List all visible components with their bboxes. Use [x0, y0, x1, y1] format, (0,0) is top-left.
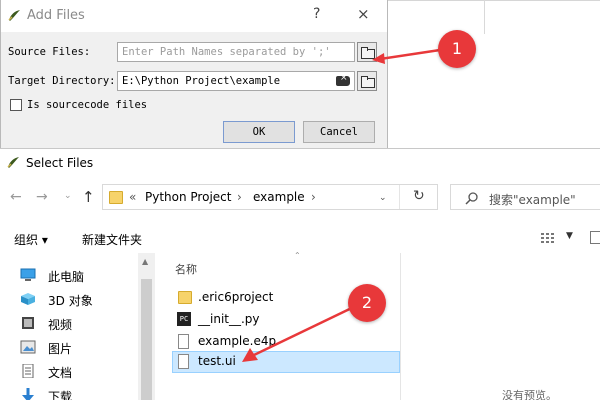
callout-arrow-1: [372, 48, 441, 64]
breadcrumb-example[interactable]: example: [253, 190, 305, 204]
breadcrumb-separator[interactable]: ›: [237, 190, 242, 204]
address-divider: [399, 185, 400, 209]
nav-pane-scrollbar[interactable]: ▲: [138, 253, 155, 400]
source-files-input[interactable]: Enter Path Names separated by ';': [117, 42, 355, 62]
breadcrumb-python-project[interactable]: Python Project: [145, 190, 231, 204]
organize-menu[interactable]: 组织 ▾: [14, 231, 48, 248]
source-files-placeholder: Enter Path Names separated by ';': [122, 46, 331, 58]
breadcrumb-separator[interactable]: ›: [311, 190, 316, 204]
python-icon: PC: [177, 312, 191, 326]
address-bar[interactable]: « Python Project › example › ⌄ ↻: [102, 184, 438, 210]
select-files-title: Select Files: [26, 156, 94, 170]
callout-badge-2: 2: [348, 284, 386, 322]
search-icon: [465, 192, 478, 205]
source-files-label: Source Files:: [8, 46, 91, 58]
background-window-divider: [484, 0, 485, 34]
back-arrow-icon[interactable]: ←: [10, 189, 22, 205]
file-icon: [178, 334, 189, 349]
breadcrumb-overflow[interactable]: «: [129, 190, 136, 204]
sourcecode-checkbox[interactable]: [10, 99, 22, 111]
sort-ascending-icon: ⌃: [294, 251, 301, 260]
background-window-edge: [388, 0, 600, 1]
folder-icon: [178, 291, 192, 304]
scrollbar-thumb[interactable]: [141, 279, 152, 400]
recent-locations-chevron-icon[interactable]: ⌄: [64, 191, 72, 201]
target-folder-browse-icon[interactable]: [357, 71, 377, 91]
eric-app-icon: [8, 10, 20, 21]
folder-icon: [109, 191, 123, 204]
view-dropdown-icon[interactable]: ▼: [566, 231, 573, 241]
target-directory-value: E:\Python Project\example: [122, 75, 281, 87]
picture-icon: [20, 340, 36, 354]
close-button[interactable]: ×: [357, 5, 370, 23]
callout-arrow-2: [242, 302, 361, 362]
forward-arrow-icon[interactable]: →: [36, 189, 48, 205]
add-files-title: Add Files: [27, 8, 85, 23]
up-arrow-icon[interactable]: ↑: [82, 188, 95, 206]
new-folder-button[interactable]: 新建文件夹: [82, 231, 142, 248]
download-icon: [22, 388, 34, 400]
view-options-icon[interactable]: [540, 231, 558, 245]
refresh-icon[interactable]: ↻: [413, 188, 425, 204]
ok-button[interactable]: OK: [223, 121, 295, 143]
preview-pane-icon[interactable]: [590, 231, 600, 244]
preview-message: 没有预览。: [502, 389, 557, 400]
cancel-button[interactable]: Cancel: [303, 121, 375, 143]
navigation-pane: 此电脑 3D 对象 视频 图片 文档 下载: [0, 253, 156, 400]
column-header-name[interactable]: 名称: [175, 261, 197, 277]
target-directory-input[interactable]: E:\Python Project\example ×: [117, 71, 355, 91]
address-dropdown-icon[interactable]: ⌄: [379, 193, 387, 203]
video-icon: [22, 317, 34, 329]
scroll-up-icon[interactable]: ▲: [142, 257, 148, 266]
preview-pane-divider: [400, 253, 401, 400]
computer-icon: [20, 268, 36, 281]
file-icon: [178, 354, 189, 369]
sourcecode-label: Is sourcecode files: [27, 99, 148, 111]
eric-app-icon: [7, 157, 19, 168]
clear-text-icon[interactable]: ×: [336, 73, 350, 86]
search-box[interactable]: 搜索"example": [450, 184, 600, 210]
target-directory-label: Target Directory:: [8, 75, 116, 87]
cube-icon: [21, 293, 35, 305]
document-icon: [22, 364, 34, 378]
callout-badge-1: 1: [438, 30, 476, 68]
search-placeholder: 搜索"example": [489, 193, 576, 207]
help-button[interactable]: ?: [313, 6, 320, 22]
add-files-dialog: Add Files ? × Source Files: Enter Path N…: [0, 0, 388, 150]
add-files-titlebar: Add Files ? ×: [1, 0, 387, 32]
